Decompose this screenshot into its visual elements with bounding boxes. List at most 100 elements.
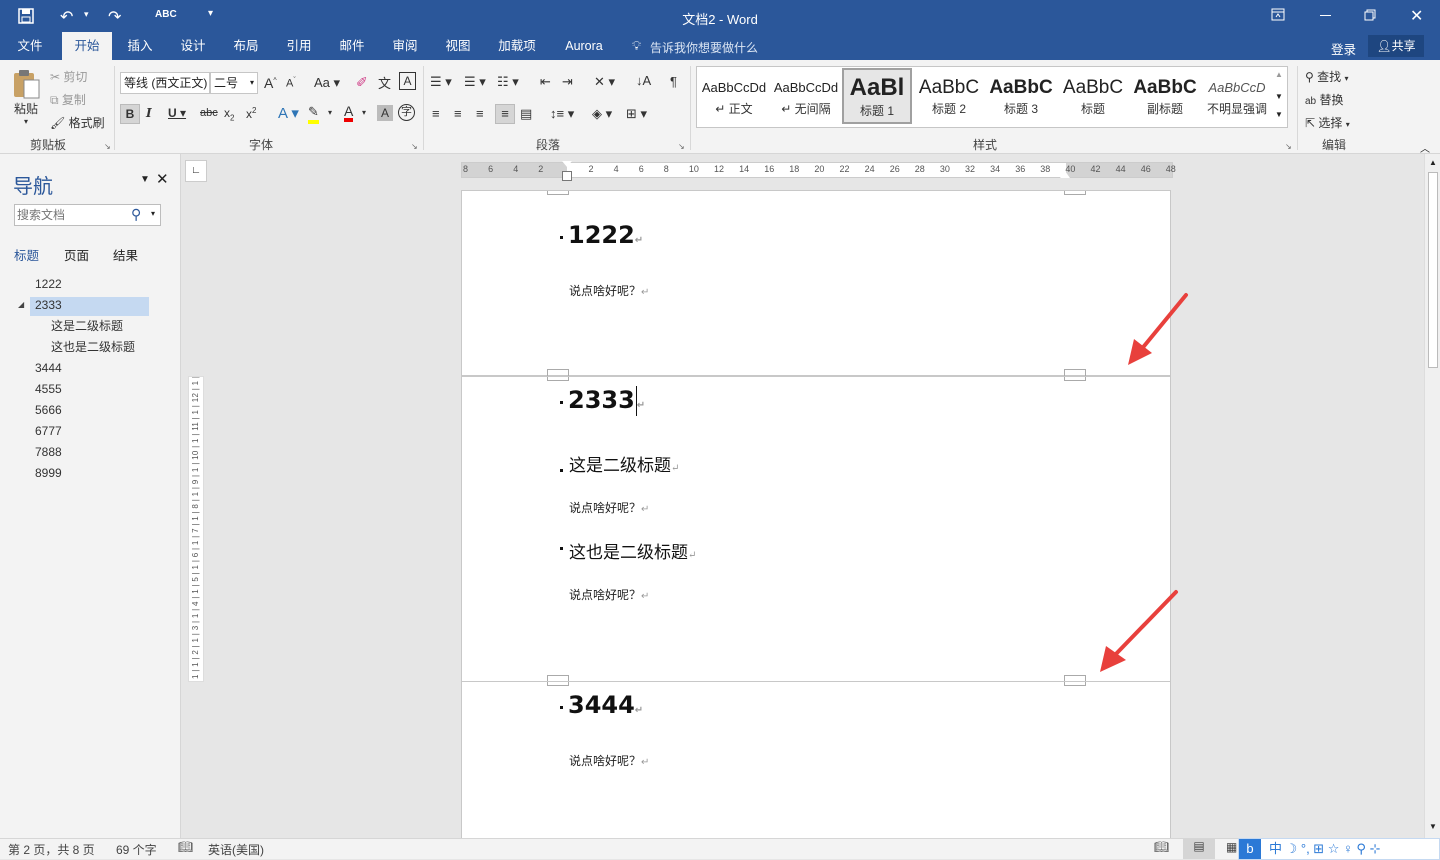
character-shading-icon[interactable]: A bbox=[377, 105, 393, 121]
tab-layout[interactable]: 布局 bbox=[224, 32, 268, 60]
tab-mailings[interactable]: 邮件 bbox=[330, 32, 374, 60]
highlight-dropdown-icon[interactable]: ▾ bbox=[328, 108, 332, 117]
page[interactable]: 3444↵ 说点啥好呢？↵ bbox=[461, 681, 1171, 838]
increase-indent-icon[interactable]: ⇥ bbox=[562, 74, 573, 90]
left-indent-marker[interactable] bbox=[562, 171, 572, 181]
bullets-icon[interactable]: ☰ ▾ bbox=[430, 74, 452, 90]
sign-in-link[interactable]: 登录 bbox=[1331, 39, 1356, 58]
change-case-icon[interactable]: Aa ▾ bbox=[314, 75, 340, 91]
style-no-spacing[interactable]: AaBbCcDd ↵ 无间隔 bbox=[771, 68, 841, 124]
nav-heading-item[interactable]: 7888 bbox=[35, 442, 62, 462]
style-title[interactable]: AaBbC 标题 bbox=[1058, 68, 1128, 124]
save-icon[interactable] bbox=[18, 8, 34, 24]
copy-button[interactable]: ⧉ 复制 bbox=[50, 91, 86, 108]
character-border-icon[interactable]: A bbox=[399, 72, 416, 90]
first-line-indent-marker[interactable] bbox=[562, 161, 572, 167]
replace-button[interactable]: ab 替换 bbox=[1305, 91, 1343, 108]
style-heading-1[interactable]: AaBl 标题 1 bbox=[842, 68, 912, 124]
style-subtitle[interactable]: AaBbC 副标题 bbox=[1130, 68, 1200, 124]
superscript-button[interactable]: x2 bbox=[246, 106, 256, 121]
nav-heading-item[interactable]: 8999 bbox=[35, 463, 62, 483]
distributed-icon[interactable]: ▤ bbox=[520, 106, 532, 122]
highlight-icon[interactable]: ✎ bbox=[308, 104, 319, 124]
tell-me-box[interactable]: 告诉我你想要做什么 bbox=[650, 39, 758, 56]
nav-heading-item[interactable]: 3444 bbox=[35, 358, 62, 378]
vertical-ruler[interactable]: 1 | 1 | 2 | 1 | 3 | 1 | 4 | 1 | 5 | 1 | … bbox=[188, 376, 204, 682]
nav-heading-item[interactable]: 4555 bbox=[35, 379, 62, 399]
spelling-icon[interactable]: ABC bbox=[155, 9, 177, 20]
collapse-ribbon-icon[interactable]: ︿ bbox=[1420, 140, 1430, 155]
close-icon[interactable]: ✕ bbox=[1410, 6, 1423, 26]
find-button[interactable]: ⚲ 查找 ▾ bbox=[1305, 68, 1349, 85]
dialog-launcher-icon[interactable]: ↘ bbox=[1285, 142, 1292, 151]
shading-icon[interactable]: ◈ ▾ bbox=[592, 106, 612, 122]
restore-icon[interactable] bbox=[1364, 9, 1376, 24]
font-name-combo[interactable]: 等线 (西文正文) bbox=[120, 72, 210, 94]
search-input[interactable] bbox=[17, 207, 125, 223]
tab-references[interactable]: 引用 bbox=[277, 32, 321, 60]
gallery-scroll-down-icon[interactable]: ▼ bbox=[1275, 92, 1283, 101]
nav-tab-results[interactable]: 结果 bbox=[113, 245, 138, 264]
align-center-icon[interactable]: ≡ bbox=[454, 106, 462, 121]
customize-quick-access-icon[interactable]: ▾ bbox=[208, 8, 213, 19]
tab-review[interactable]: 审阅 bbox=[383, 32, 427, 60]
format-painter-button[interactable]: 🖌︎ 格式刷 bbox=[50, 114, 105, 131]
heading-2[interactable]: 这也是二级标题↵ bbox=[569, 538, 696, 563]
scroll-up-icon[interactable]: ▲ bbox=[1429, 158, 1437, 167]
body-paragraph[interactable]: 说点啥好呢？↵ bbox=[569, 282, 649, 299]
vertical-scrollbar[interactable]: ▲ ▼ bbox=[1424, 154, 1440, 838]
italic-button[interactable]: I bbox=[146, 106, 152, 120]
style-heading-2[interactable]: AaBbC 标题 2 bbox=[914, 68, 984, 124]
undo-icon[interactable]: ↶ bbox=[60, 7, 73, 27]
scroll-thumb[interactable] bbox=[1428, 172, 1438, 368]
multilevel-list-icon[interactable]: ☷ ▾ bbox=[497, 74, 519, 90]
page[interactable]: 2333 ↵ 这是二级标题↵ 说点啥好呢？↵ 这也是二级标题↵ 说点啥好呢？↵ bbox=[461, 376, 1171, 683]
share-button[interactable]: 👤︎共享 bbox=[1368, 35, 1424, 57]
nav-heading-item[interactable]: 5666 bbox=[35, 400, 62, 420]
font-color-icon[interactable]: A bbox=[344, 104, 354, 122]
style-heading-3[interactable]: AaBbC 标题 3 bbox=[986, 68, 1056, 124]
chinese-layout-icon[interactable]: ✕ ▾ bbox=[594, 74, 615, 90]
tab-addins[interactable]: 加载项 bbox=[492, 32, 542, 60]
justify-icon[interactable]: ≡ bbox=[495, 104, 515, 124]
close-icon[interactable]: ✕ bbox=[156, 170, 169, 188]
gallery-scroll-up-icon[interactable]: ▲ bbox=[1275, 70, 1283, 79]
text-effects-icon[interactable]: A ▾ bbox=[278, 104, 299, 122]
print-layout-icon[interactable]: ▤ bbox=[1183, 839, 1215, 859]
nav-heading-item[interactable]: 6777 bbox=[35, 421, 62, 441]
minimize-icon[interactable] bbox=[1320, 15, 1331, 16]
heading-2[interactable]: 这是二级标题↵ bbox=[569, 451, 679, 476]
collapse-triangle-icon[interactable]: ◢ bbox=[18, 300, 24, 309]
search-icon[interactable]: ⚲ bbox=[131, 206, 141, 223]
search-box[interactable]: ⚲ ▾ bbox=[14, 204, 161, 226]
style-normal[interactable]: AaBbCcDd ↵ 正文 bbox=[699, 68, 769, 124]
strikethrough-button[interactable]: abc bbox=[200, 107, 218, 119]
dialog-launcher-icon[interactable]: ↘ bbox=[678, 142, 685, 151]
tab-file[interactable]: 文件 bbox=[8, 32, 52, 60]
cut-button[interactable]: ✂ 剪切 bbox=[50, 68, 87, 85]
web-layout-icon[interactable]: ▦ bbox=[1226, 840, 1237, 854]
font-color-dropdown-icon[interactable]: ▾ bbox=[362, 108, 366, 117]
nav-heading-item[interactable]: 1222 bbox=[35, 274, 62, 294]
underline-button[interactable]: U ▾ bbox=[168, 106, 186, 120]
nav-tab-headings[interactable]: 标题 bbox=[14, 245, 39, 264]
read-mode-icon[interactable]: 📖︎ bbox=[1154, 840, 1169, 854]
enclose-characters-icon[interactable]: 字 bbox=[398, 104, 415, 121]
clear-formatting-icon[interactable]: ✐ bbox=[356, 74, 368, 91]
align-left-icon[interactable]: ≡ bbox=[432, 106, 440, 121]
ribbon-display-options-icon[interactable] bbox=[1271, 8, 1285, 25]
ime-toolbar[interactable]: b中 ☽ °, ⊞ ☆ ♀ ⚲ ⊹ bbox=[1238, 838, 1440, 860]
phonetic-guide-icon[interactable]: 文 bbox=[378, 73, 391, 92]
proofing-icon[interactable]: 📖︎ bbox=[178, 840, 193, 854]
nav-subheading-item[interactable]: 这也是二级标题 bbox=[51, 337, 135, 357]
grow-font-icon[interactable]: A^ bbox=[264, 75, 277, 91]
horizontal-ruler[interactable]: 8 6 4 2 2 4 6 8 10 12 14 16 18 20 22 24 26 28 30 32 34 36 38 40… bbox=[461, 161, 1176, 181]
style-subtle-emphasis[interactable]: AaBbCcD 不明显强调 bbox=[1202, 68, 1272, 124]
borders-icon[interactable]: ⊞ ▾ bbox=[626, 106, 647, 122]
tab-home[interactable]: 开始 bbox=[62, 32, 112, 60]
sort-icon[interactable]: ↓A bbox=[636, 73, 651, 88]
redo-icon[interactable]: ↷ bbox=[108, 7, 121, 27]
nav-heading-item-selected[interactable]: 2333 bbox=[35, 295, 62, 315]
show-marks-icon[interactable]: ¶ bbox=[670, 74, 677, 89]
subscript-button[interactable]: x2 bbox=[224, 106, 234, 122]
